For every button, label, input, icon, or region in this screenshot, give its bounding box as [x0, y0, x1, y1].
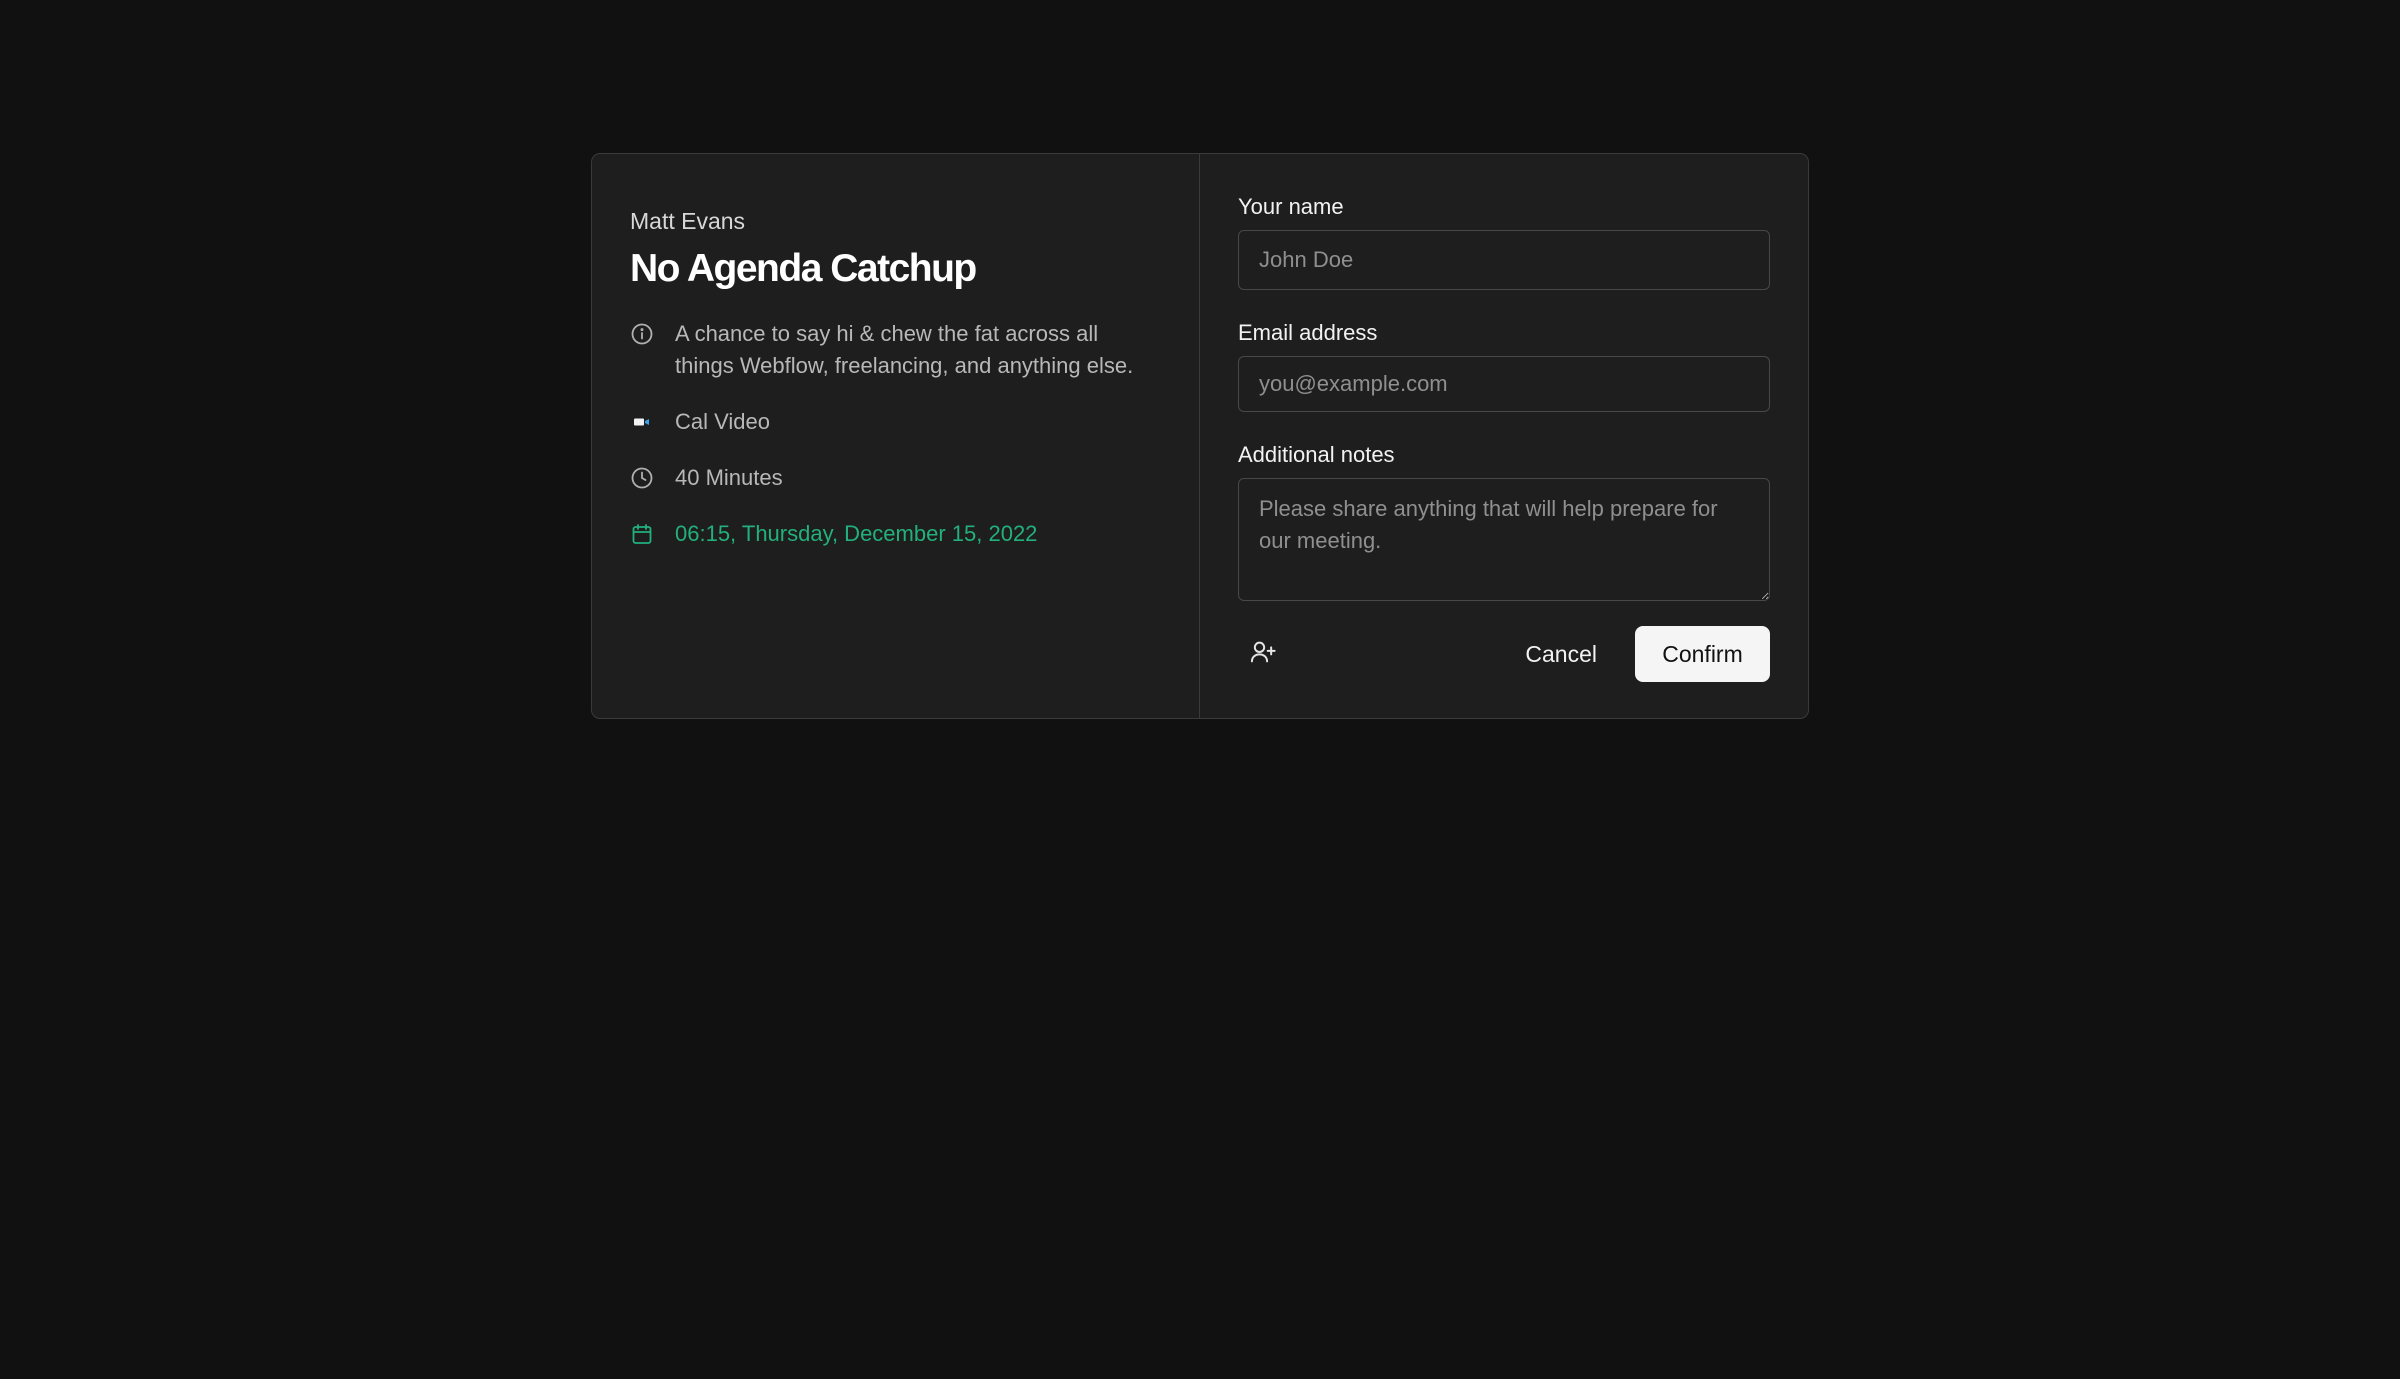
- event-location-row: Cal Video: [630, 406, 1161, 438]
- event-description: A chance to say hi & chew the fat across…: [675, 321, 1134, 378]
- calendar-icon: [630, 518, 654, 550]
- event-title: No Agenda Catchup: [630, 247, 977, 290]
- email-input[interactable]: [1238, 356, 1770, 412]
- cancel-button[interactable]: Cancel: [1503, 626, 1619, 682]
- info-icon: [630, 318, 654, 350]
- booking-form: Your name Email address Additional notes: [1200, 154, 1808, 718]
- name-field-group: Your name: [1238, 192, 1770, 290]
- event-duration-row: 40 Minutes: [630, 462, 1161, 494]
- notes-label: Additional notes: [1238, 442, 1395, 467]
- clock-icon: [630, 462, 654, 494]
- form-actions: Cancel Confirm: [1238, 625, 1770, 683]
- event-duration: 40 Minutes: [675, 465, 783, 490]
- email-field-group: Email address: [1238, 318, 1770, 412]
- name-input[interactable]: [1238, 230, 1770, 290]
- event-location: Cal Video: [675, 409, 770, 434]
- event-details-panel: Matt Evans No Agenda Catchup A chance to…: [592, 154, 1200, 718]
- confirm-button[interactable]: Confirm: [1635, 626, 1770, 682]
- host-name: Matt Evans: [630, 208, 746, 234]
- notes-field-group: Additional notes: [1238, 440, 1770, 601]
- add-guest-button[interactable]: [1238, 629, 1288, 679]
- user-plus-icon: [1249, 638, 1277, 671]
- event-datetime-row: 06:15, Thursday, December 15, 2022: [630, 518, 1161, 550]
- notes-textarea[interactable]: [1238, 478, 1770, 601]
- email-label: Email address: [1238, 320, 1378, 345]
- video-icon: [630, 406, 654, 438]
- booking-card: Matt Evans No Agenda Catchup A chance to…: [591, 153, 1809, 719]
- event-datetime: 06:15, Thursday, December 15, 2022: [675, 521, 1038, 546]
- event-description-row: A chance to say hi & chew the fat across…: [630, 318, 1161, 382]
- name-label: Your name: [1238, 194, 1344, 219]
